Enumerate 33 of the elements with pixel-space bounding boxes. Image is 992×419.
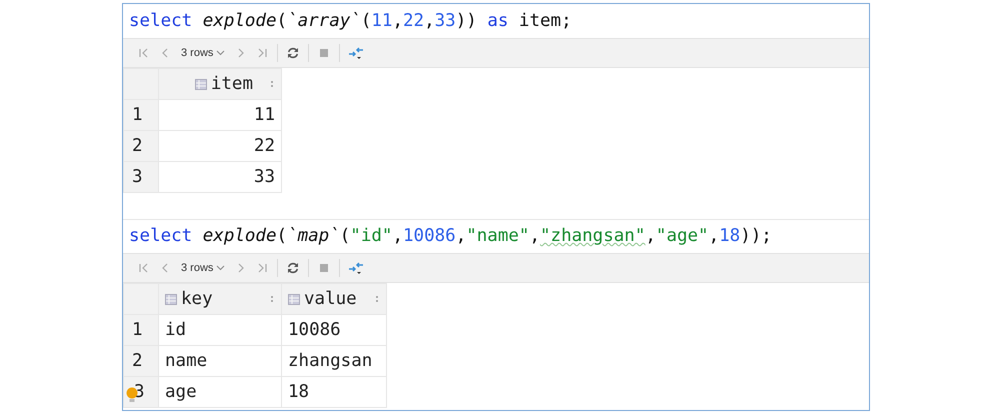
- table-cell: 11: [158, 100, 282, 130]
- table-icon: [165, 294, 177, 304]
- sql-query: select explode(`array`(11,22,33)) as item;: [128, 10, 573, 33]
- column-header[interactable]: item: [158, 68, 282, 100]
- table-icon: [288, 294, 300, 304]
- table-cell: id: [158, 314, 282, 346]
- table-icon: [194, 78, 207, 90]
- table-cell: 18: [282, 376, 386, 408]
- row-number: 3: [124, 162, 158, 192]
- row-number: 1: [124, 100, 158, 130]
- sort-icon[interactable]: [374, 294, 380, 304]
- table-cell: 22: [158, 130, 282, 162]
- table-cell: name: [158, 346, 282, 376]
- table-cell: zhangsan: [282, 346, 386, 376]
- table-cell: 33: [158, 162, 282, 192]
- row-number: 1: [124, 314, 158, 346]
- caret-icon[interactable]: [216, 265, 226, 271]
- rows-dropdown[interactable]: 3 rows: [179, 47, 228, 59]
- sort-icon[interactable]: [269, 79, 275, 89]
- row-number: 2: [124, 346, 158, 376]
- refresh-icon[interactable]: [286, 261, 300, 275]
- compare-arrows-icon[interactable]: [348, 260, 364, 276]
- table-cell: age: [158, 376, 282, 408]
- column-header[interactable]: value: [282, 284, 386, 314]
- sort-icon[interactable]: [269, 294, 275, 304]
- column-header[interactable]: key: [158, 284, 282, 314]
- table-cell: 10086: [282, 314, 386, 346]
- rows-dropdown[interactable]: 3 rows: [179, 262, 228, 274]
- compare-arrows-icon[interactable]: [348, 45, 364, 61]
- caret-icon[interactable]: [216, 50, 226, 56]
- sql-query: select explode(`map`("id",10086,"name","zhangsan","age",18));: [128, 225, 773, 248]
- refresh-icon[interactable]: [286, 46, 300, 60]
- row-number: 2: [124, 130, 158, 162]
